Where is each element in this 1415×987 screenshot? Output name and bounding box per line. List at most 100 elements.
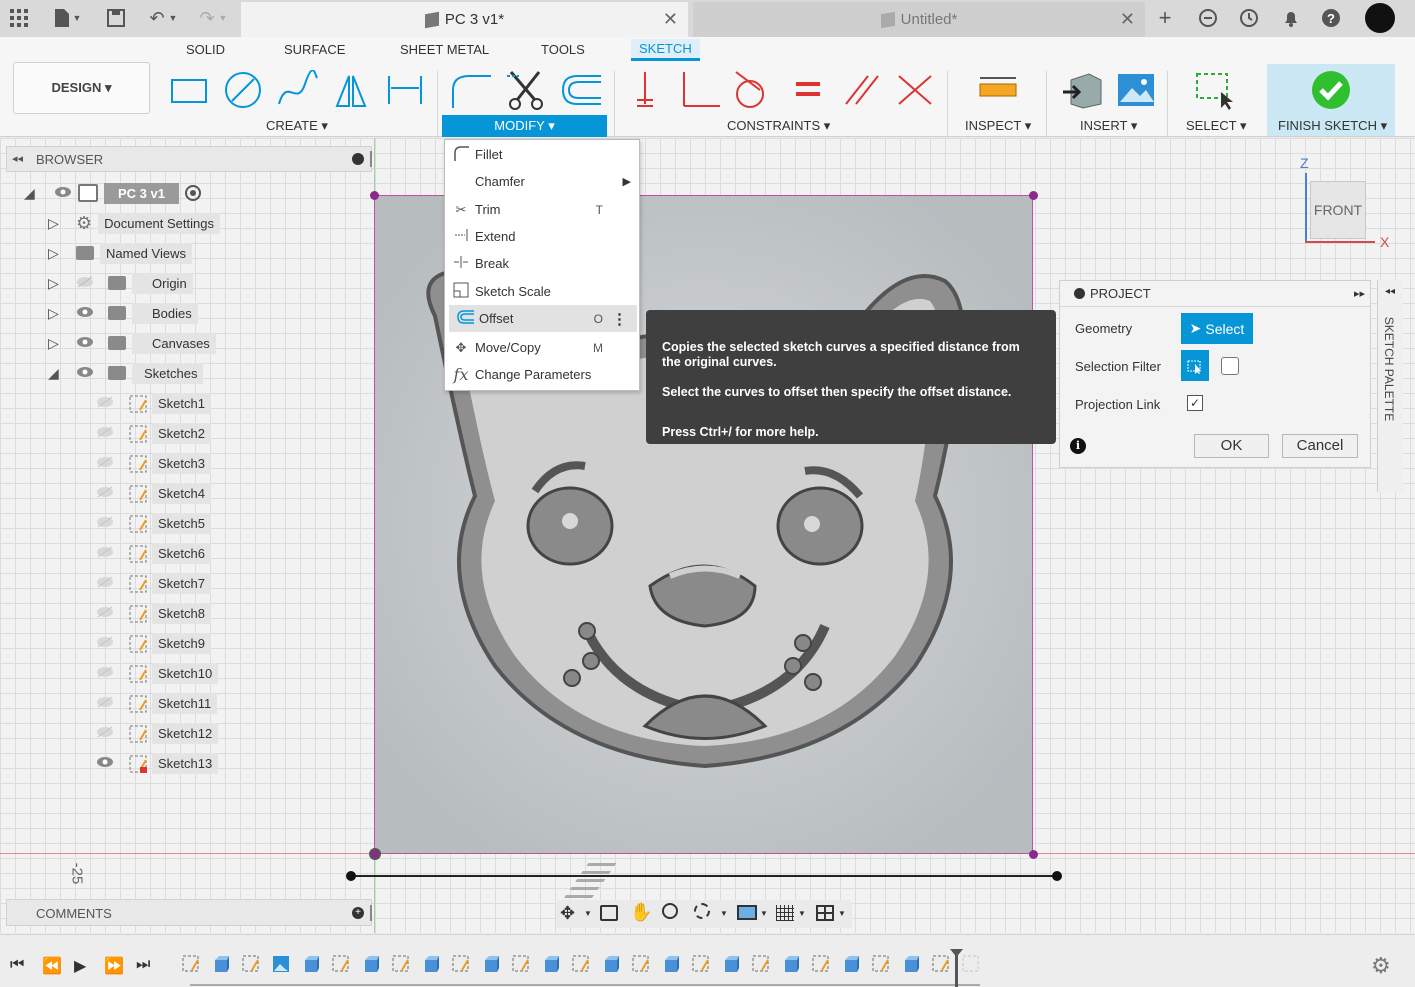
tab-pc3[interactable]: PC 3 v1* ✕ [241, 2, 688, 37]
sketch-tree-item[interactable]: Sketch10 [96, 661, 219, 685]
equal-constraint-icon[interactable] [786, 70, 830, 110]
parallel-constraint-icon[interactable] [840, 70, 884, 110]
timeline-extrude-icon[interactable] [842, 955, 860, 973]
menu-item-move-copy[interactable]: ✥ Move/Copy M [445, 334, 641, 361]
sketch-tree-item[interactable]: Sketch6 [96, 541, 211, 565]
rectangle-tool-icon[interactable] [167, 70, 211, 110]
zoom-window-icon[interactable] [694, 903, 710, 919]
trim-scissors-icon[interactable] [505, 70, 549, 110]
expand-triangle-icon[interactable]: ▷ [48, 275, 66, 292]
minimize-dialog-icon[interactable] [1074, 288, 1085, 299]
eye-hidden-icon[interactable] [96, 666, 114, 681]
expand-triangle-icon[interactable]: ▷ [48, 245, 66, 262]
orbit-icon[interactable]: ✥ [560, 903, 575, 924]
expand-triangle-icon[interactable]: ▷ [48, 215, 66, 232]
timeline-sketch-icon[interactable] [812, 955, 830, 973]
minimize-panel-icon[interactable] [352, 153, 364, 165]
finish-sketch-button[interactable]: FINISH SKETCH ▾ [1267, 64, 1395, 136]
tree-item-document-settings[interactable]: ▷ ⚙ Document Settings [48, 211, 220, 235]
timeline-extrude-icon[interactable] [662, 955, 680, 973]
tab-surface[interactable]: SURFACE [284, 42, 345, 64]
midpoint-constraint-icon[interactable] [893, 70, 937, 110]
timeline-settings-gear-icon[interactable]: ⚙ [1371, 953, 1391, 979]
inspect-menu-label[interactable]: INSPECT ▾ [965, 118, 1031, 134]
sketch-tree-item[interactable]: Sketch7 [96, 571, 211, 595]
expand-palette-icon[interactable]: ◂◂ [1385, 286, 1395, 297]
help-icon[interactable]: ? [1319, 6, 1343, 30]
go-to-end-icon[interactable]: ⏭ [136, 956, 150, 974]
sketch-tree-item[interactable]: Sketch13 [96, 751, 219, 775]
mirror-tool-icon[interactable] [329, 70, 373, 110]
apps-grid-icon[interactable] [7, 6, 31, 30]
panel-grip-icon[interactable] [370, 905, 372, 921]
collapse-triangle-icon[interactable]: ◢ [48, 365, 66, 382]
insert-image-canvas-icon[interactable] [1114, 70, 1158, 110]
more-options-icon[interactable]: ⋮ [612, 310, 627, 328]
job-status-icon[interactable] [1237, 6, 1261, 30]
collapse-left-icon[interactable]: ◂◂ [12, 152, 23, 165]
play-icon[interactable]: ▶ [74, 956, 86, 976]
menu-item-change-parameters[interactable]: fx Change Parameters [445, 361, 641, 388]
insert-menu-label[interactable]: INSERT ▾ [1080, 118, 1137, 134]
close-tab-icon[interactable]: ✕ [1120, 9, 1135, 30]
timeline-extrude-icon[interactable] [422, 955, 440, 973]
dimension-endpoint[interactable] [346, 871, 356, 881]
timeline-sketch-icon[interactable] [242, 955, 260, 973]
sketch-tree-item[interactable]: Sketch1 [96, 391, 211, 415]
projection-link-checkbox[interactable]: ✓ [1187, 395, 1203, 411]
menu-item-break[interactable]: Break [445, 250, 641, 277]
eye-hidden-icon[interactable] [96, 456, 114, 471]
sketch-palette-collapsed[interactable]: ◂◂ SKETCH PALETTE [1377, 280, 1403, 492]
sketch-tree-item[interactable]: Sketch8 [96, 601, 211, 625]
corner-handle[interactable] [370, 191, 379, 200]
timeline-extrude-icon[interactable] [302, 955, 320, 973]
expand-triangle-icon[interactable]: ▷ [48, 335, 66, 352]
timeline-sketch-icon[interactable] [182, 955, 200, 973]
timeline-extrude-icon[interactable] [902, 955, 920, 973]
tab-sketch[interactable]: SKETCH [631, 39, 700, 61]
zoom-icon[interactable] [662, 903, 678, 919]
timeline-sketch-icon[interactable] [872, 955, 890, 973]
eye-hidden-icon[interactable] [96, 396, 114, 411]
view-cube[interactable]: Z X FRONT [1298, 155, 1389, 255]
measure-ruler-icon[interactable] [976, 70, 1020, 110]
info-icon[interactable]: i [1070, 438, 1086, 454]
fix-constraint-icon[interactable] [625, 70, 669, 110]
eye-hidden-icon[interactable] [76, 276, 94, 291]
fillet-tool-icon[interactable] [449, 70, 493, 110]
display-chevron-icon[interactable]: ▼ [760, 909, 768, 918]
eye-icon[interactable] [96, 756, 114, 771]
modify-menu-label[interactable]: MODIFY ▾ [442, 115, 607, 137]
select-menu-label[interactable]: SELECT ▾ [1186, 118, 1246, 134]
dimension-endpoint[interactable] [1052, 871, 1062, 881]
tab-solid[interactable]: SOLID [186, 42, 225, 64]
tree-item-bodies[interactable]: ▷ Bodies [48, 301, 198, 325]
eye-icon[interactable] [76, 306, 94, 321]
save-icon[interactable] [104, 6, 128, 30]
eye-hidden-icon[interactable] [96, 576, 114, 591]
spline-tool-icon[interactable] [275, 70, 319, 110]
sketch-tree-item[interactable]: Sketch2 [96, 421, 211, 445]
window-select-icon[interactable] [1193, 70, 1237, 110]
eye-hidden-icon[interactable] [96, 486, 114, 501]
grid-chevron-icon[interactable]: ▼ [798, 909, 806, 918]
eye-hidden-icon[interactable] [96, 516, 114, 531]
eye-icon[interactable] [76, 366, 94, 381]
timeline-sketch-icon[interactable] [392, 955, 410, 973]
eye-icon[interactable] [76, 336, 94, 351]
cancel-button[interactable]: Cancel [1282, 434, 1358, 458]
timeline-sketch-icon[interactable] [632, 955, 650, 973]
file-menu-chevron-icon[interactable]: ▼ [70, 6, 84, 30]
sketch-tree-item[interactable]: Sketch12 [96, 721, 219, 745]
filter-bodies-icon[interactable] [1221, 357, 1239, 375]
step-forward-icon[interactable]: ⏩ [104, 956, 124, 976]
timeline-extrude-icon[interactable] [782, 955, 800, 973]
eye-hidden-icon[interactable] [96, 636, 114, 651]
menu-item-fillet[interactable]: Fillet [445, 141, 641, 168]
expand-triangle-icon[interactable]: ▷ [48, 305, 66, 322]
go-to-start-icon[interactable]: ⏮ [10, 956, 24, 974]
tab-sheet-metal[interactable]: SHEET METAL [400, 42, 489, 64]
timeline-sketch-icon[interactable] [932, 955, 950, 973]
timeline-extrude-icon[interactable] [722, 955, 740, 973]
tab-untitled[interactable]: Untitled* ✕ [693, 2, 1145, 37]
